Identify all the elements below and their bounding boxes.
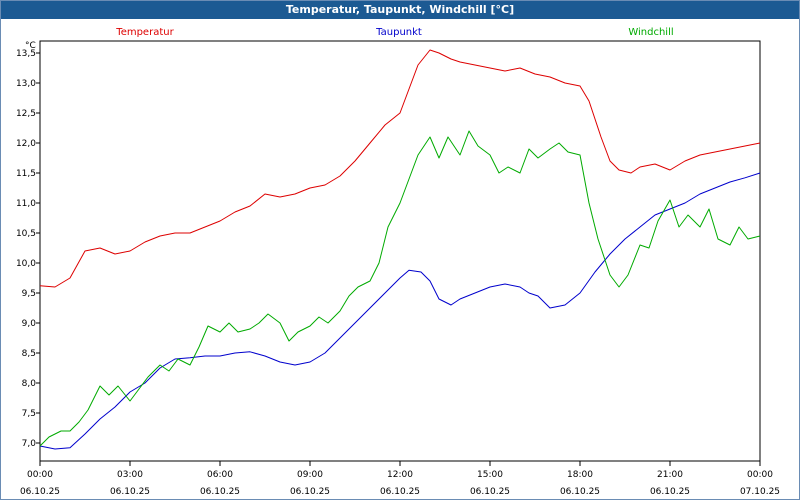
y-tick-label: 10,5: [16, 229, 36, 239]
x-tick-date: 06.10.25: [380, 487, 420, 497]
y-tick-label: 12,0: [16, 139, 36, 149]
y-tick-label: 10,0: [16, 259, 36, 269]
y-tick-label: 13,0: [16, 79, 36, 89]
chart-canvas: 7,0 7,5 8,0 8,5 9,0 9,5 10,0 10,5 11,0 11,5 12,0 12…: [16, 27, 780, 497]
x-tick-time: 06:00: [207, 470, 233, 480]
x-tick-time: 18:00: [567, 470, 593, 480]
x-tick-time: 21:00: [657, 470, 683, 480]
legend: Temperatur Taupunkt Windchill: [115, 27, 673, 38]
x-tick-time: 09:00: [297, 470, 323, 480]
x-tick-time: 03:00: [117, 470, 143, 480]
x-tick-date: 07.10.25: [740, 487, 780, 497]
y-tick-label: 8,5: [22, 349, 36, 359]
x-tick-date: 06.10.25: [560, 487, 600, 497]
y-axis-unit: °C: [25, 41, 36, 51]
x-tick-date: 06.10.25: [290, 487, 330, 497]
legend-item-taupunkt: Taupunkt: [375, 27, 422, 38]
x-tick-date: 06.10.25: [20, 487, 60, 497]
y-tick-label: 8,0: [22, 379, 37, 389]
y-tick-label: 7,0: [22, 439, 37, 449]
x-tick-date: 06.10.25: [200, 487, 240, 497]
y-tick-label: 7,5: [22, 409, 36, 419]
x-tick-date: 06.10.25: [110, 487, 150, 497]
y-tick-label: 9,0: [22, 319, 37, 329]
y-tick-label: 11,5: [16, 169, 36, 179]
legend-item-windchill: Windchill: [628, 27, 673, 38]
y-tick-label: 12,5: [16, 109, 36, 119]
chart-window: Temperatur, Taupunkt, Windchill [°C] 7,0…: [0, 0, 800, 500]
x-tick-date: 06.10.25: [470, 487, 510, 497]
x-tick-time: 00:00: [747, 470, 773, 480]
legend-item-temperatur: Temperatur: [115, 27, 174, 38]
x-tick-date: 06.10.25: [650, 487, 690, 497]
y-tick-label: 11,0: [16, 199, 36, 209]
axes: 7,0 7,5 8,0 8,5 9,0 9,5 10,0 10,5 11,0 11,5 12,0 12…: [16, 40, 780, 497]
x-tick-time: 15:00: [477, 470, 503, 480]
x-tick-time: 00:00: [27, 470, 53, 480]
x-tick-time: 12:00: [387, 470, 413, 480]
y-tick-label: 9,5: [22, 289, 36, 299]
plot-area: [39, 40, 761, 462]
